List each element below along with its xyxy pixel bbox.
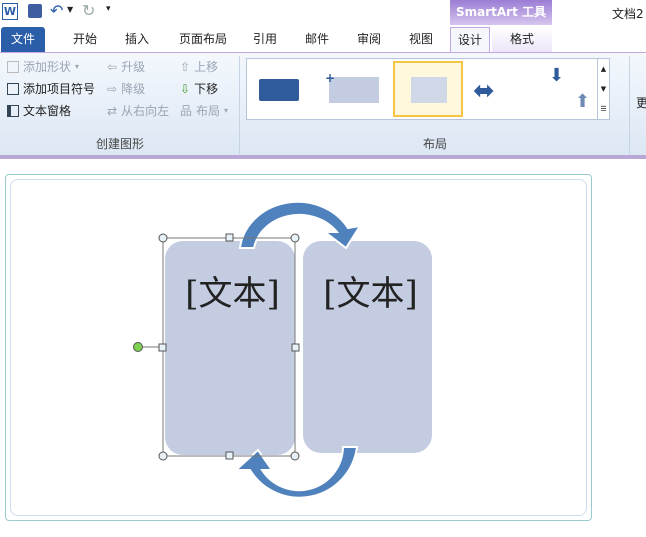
rotate-handle[interactable] bbox=[133, 342, 143, 352]
shape-1-text[interactable]: [文本] bbox=[165, 266, 300, 315]
tab-design[interactable]: 设计 bbox=[450, 27, 490, 52]
shape-2-text[interactable]: [文本] bbox=[303, 266, 438, 315]
